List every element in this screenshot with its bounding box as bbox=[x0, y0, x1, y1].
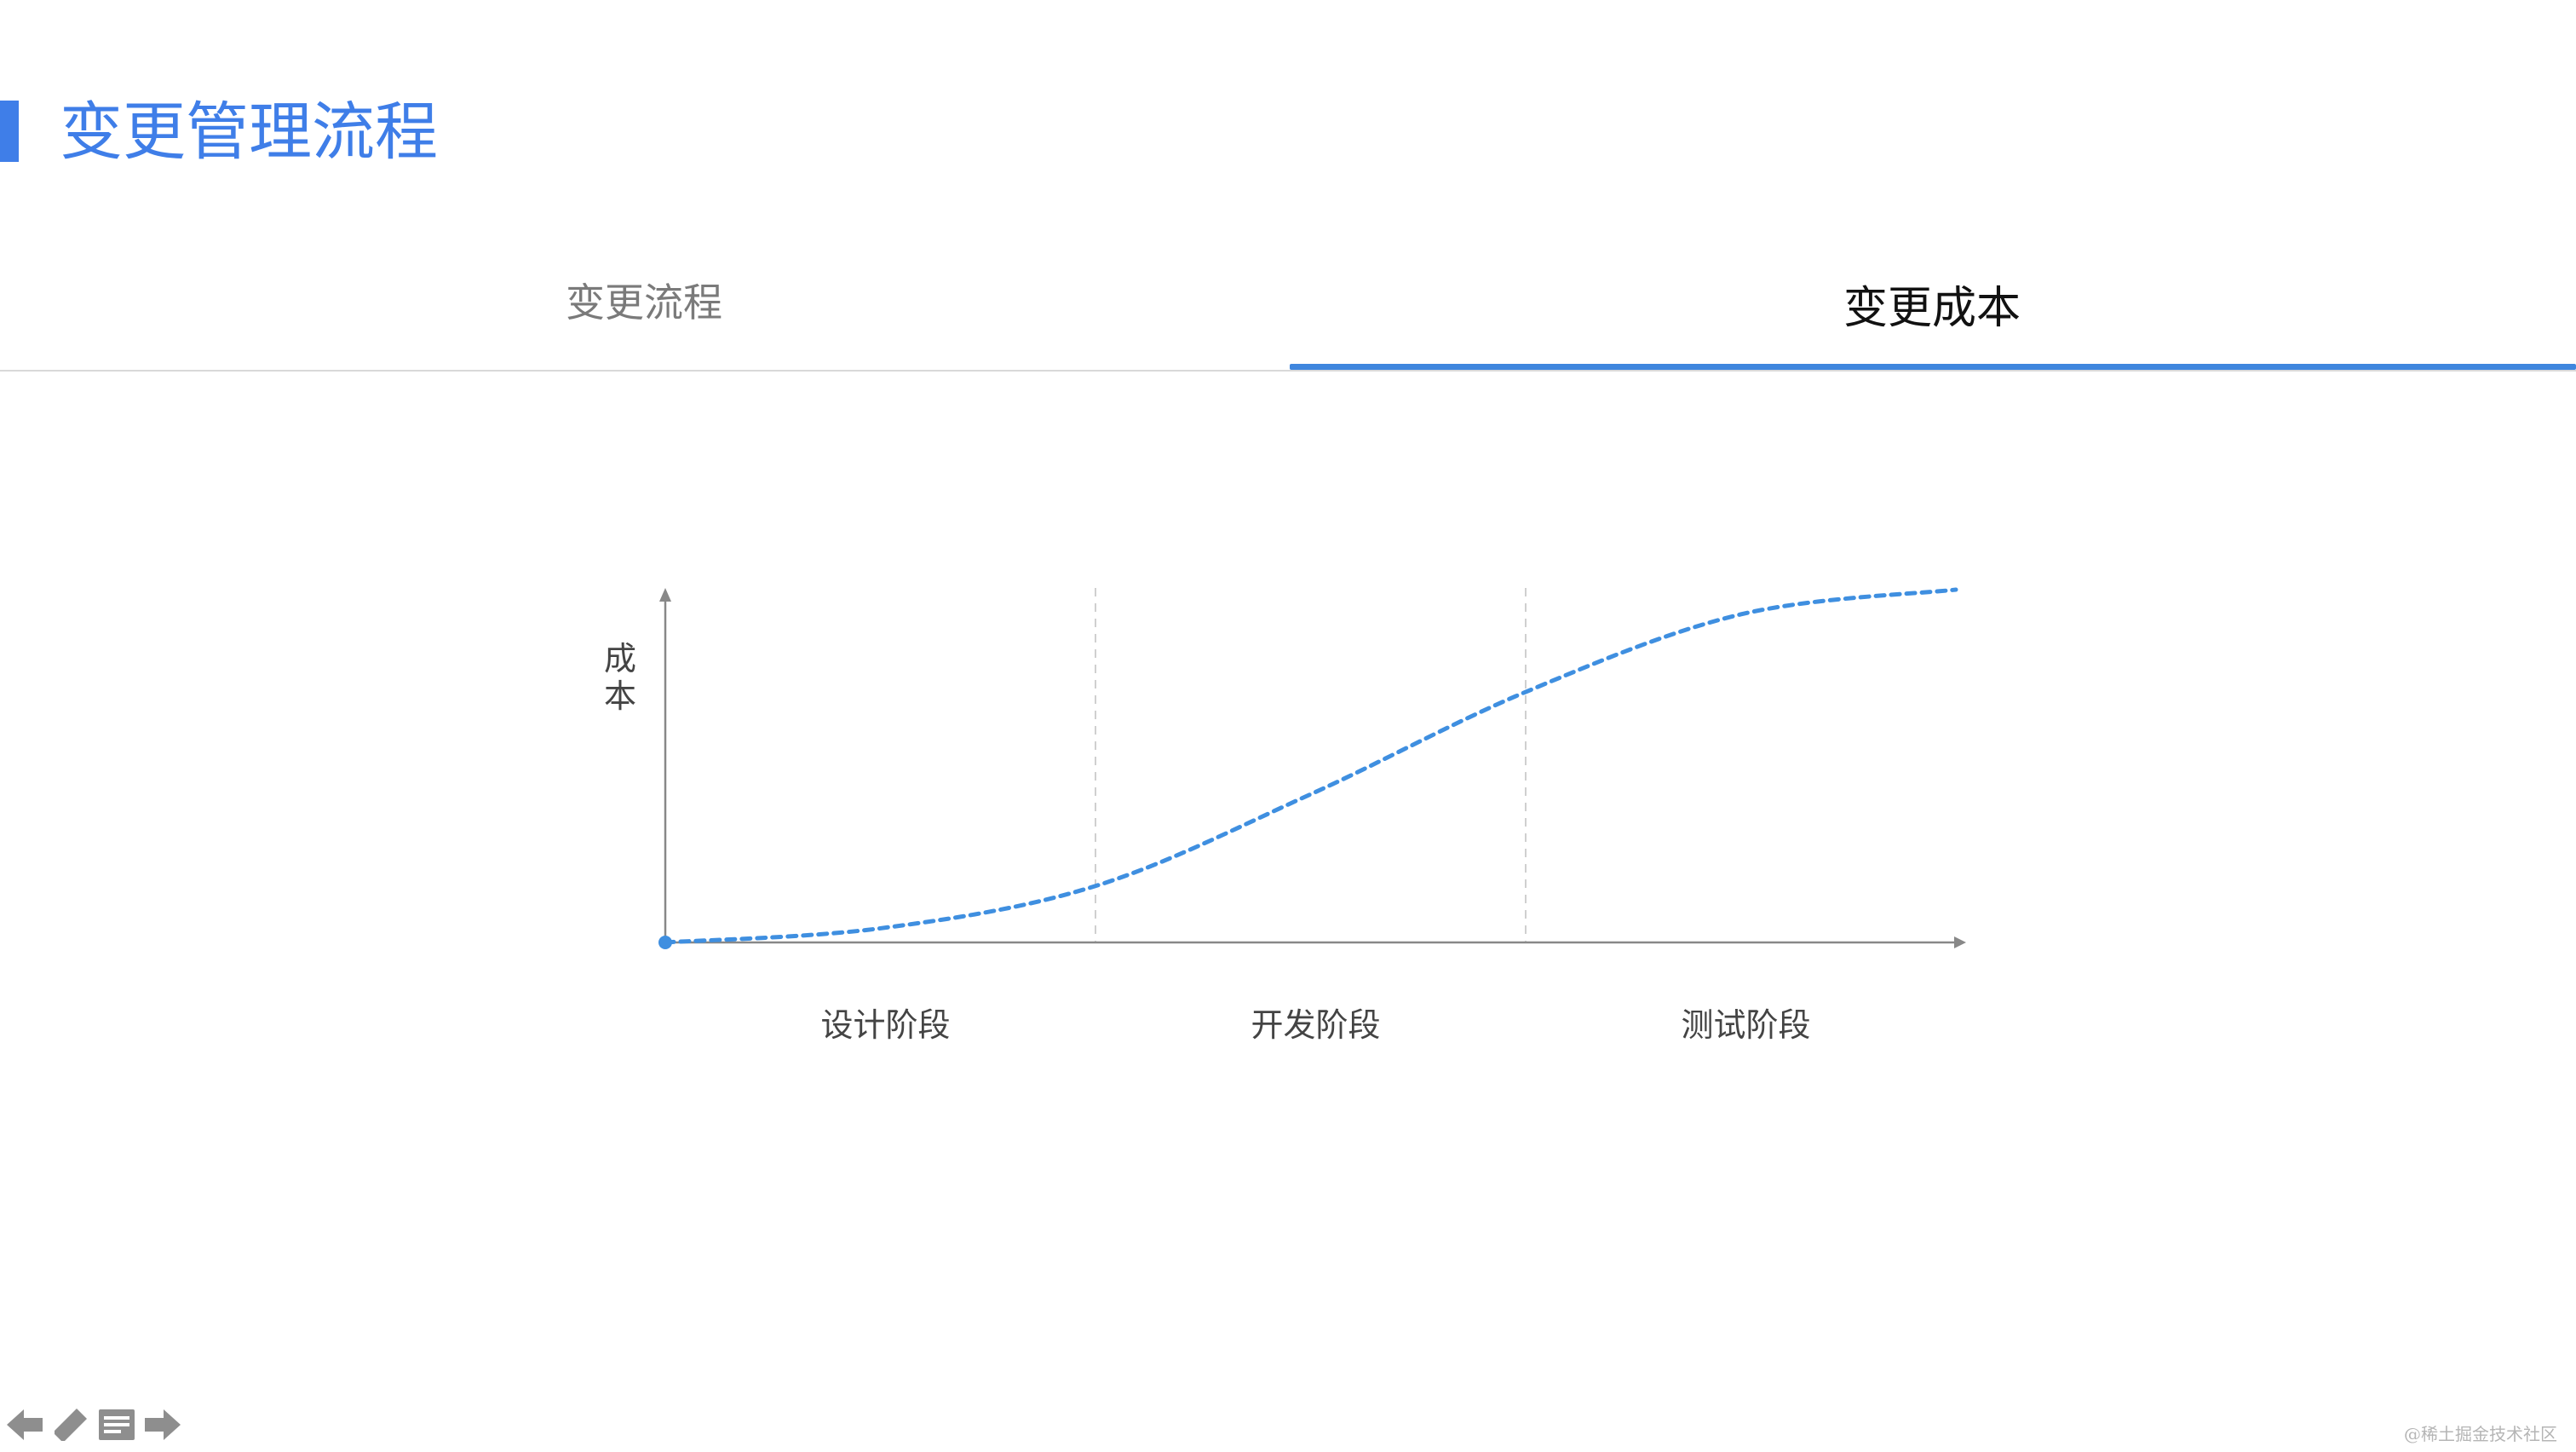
slide-toolbar bbox=[3, 1401, 184, 1449]
origin-point bbox=[658, 936, 672, 949]
cost-chart: 设计阶段 开发阶段 测试阶段 成本 bbox=[604, 587, 1966, 1044]
watermark: @稀土掘金技术社区 bbox=[2404, 1424, 2557, 1444]
category-label-1: 设计阶段 bbox=[820, 1006, 950, 1044]
arrow-right-icon[interactable] bbox=[141, 1403, 184, 1446]
x-axis-arrow bbox=[1954, 936, 1966, 948]
category-label-3: 测试阶段 bbox=[1681, 1006, 1810, 1044]
cost-curve bbox=[663, 587, 1958, 945]
category-label-2: 开发阶段 bbox=[1251, 1006, 1380, 1044]
y-axis-label: 成本 bbox=[604, 640, 636, 715]
slide: 变更管理流程 变更流程 变更成本 设计阶段 开发阶段 测试阶段 成本 @稀土掘金… bbox=[0, 0, 2576, 1452]
y-axis-arrow bbox=[659, 588, 671, 602]
arrow-left-icon[interactable] bbox=[3, 1403, 46, 1446]
pencil-icon[interactable] bbox=[49, 1403, 92, 1446]
notes-icon[interactable] bbox=[95, 1403, 138, 1446]
